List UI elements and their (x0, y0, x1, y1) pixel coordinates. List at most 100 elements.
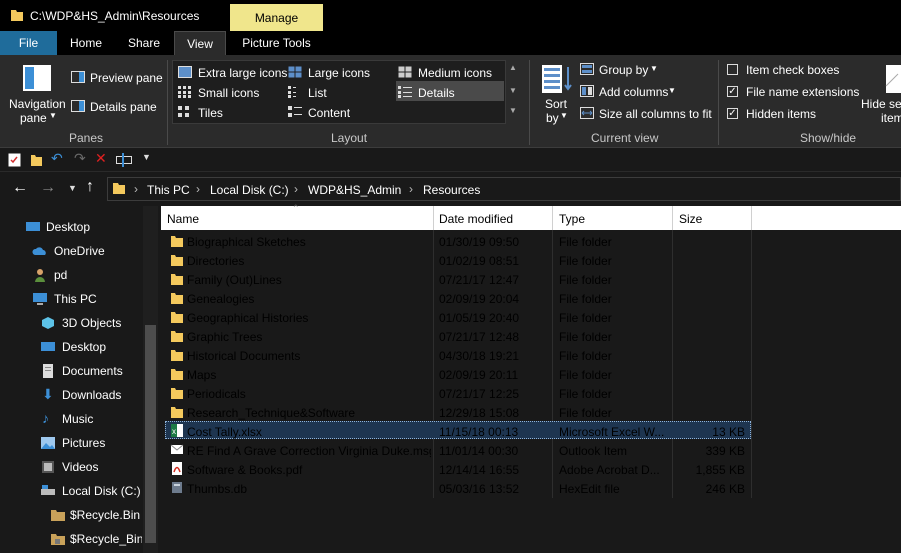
layout-details[interactable]: Details (418, 86, 455, 100)
tab-file[interactable]: File (0, 31, 57, 55)
layout-list[interactable]: List (308, 86, 327, 100)
nav-item-recycle-bin-2[interactable]: $Recycle_Bin_ (70, 532, 142, 546)
file-name-cell[interactable]: Directories (187, 254, 431, 268)
tab-home[interactable]: Home (60, 31, 112, 55)
chevron-down-icon[interactable]: ▼ (668, 86, 676, 95)
nav-item-local-disk[interactable]: Local Disk (C:) (62, 484, 141, 498)
file-name-cell[interactable]: Biographical Sketches (187, 235, 431, 249)
item-check-boxes-label[interactable]: Item check boxes (746, 63, 839, 77)
chevron-down-icon[interactable]: ▼ (49, 111, 57, 120)
hidden-items-checkbox[interactable]: ✓ (727, 108, 738, 119)
file-name-cell[interactable]: RE Find A Grave Correction Virginia Duke… (187, 444, 431, 458)
file-name-cell[interactable]: Family (Out)Lines (187, 273, 431, 287)
column-divider[interactable] (433, 206, 434, 230)
file-name-cell[interactable]: Research_Technique&Software (187, 406, 431, 420)
tab-picture-tools[interactable]: Picture Tools (230, 31, 323, 55)
add-columns-button[interactable]: Add columns (599, 85, 668, 99)
nav-item-desktop[interactable]: Desktop (46, 220, 90, 234)
nav-item-3d-objects[interactable]: 3D Objects (62, 316, 121, 330)
column-header-type[interactable]: Type (559, 212, 585, 226)
gallery-scroll-down-icon[interactable]: ▼ (509, 86, 517, 95)
new-folder-icon[interactable] (30, 153, 43, 167)
gallery-scroll-up-icon[interactable]: ▲ (509, 63, 517, 72)
hide-selected-items-icon[interactable] (884, 64, 901, 94)
navigation-pane-icon[interactable] (22, 64, 52, 92)
nav-item-desktop-2[interactable]: Desktop (62, 340, 106, 354)
rename-icon[interactable] (116, 153, 132, 167)
chevron-down-icon[interactable]: ▼ (560, 111, 568, 120)
breadcrumb-chevron-icon[interactable]: › (409, 182, 413, 196)
column-header-size[interactable]: Size (679, 212, 702, 226)
properties-icon[interactable] (8, 153, 21, 167)
back-arrow-icon[interactable]: ← (12, 179, 28, 197)
forward-arrow-icon[interactable]: → (40, 179, 56, 197)
file-name-cell[interactable]: Cost Tally.xlsx (187, 425, 431, 439)
nav-item-recycle-bin[interactable]: $Recycle.Bin (70, 508, 140, 522)
sort-by-button-line2[interactable]: by (546, 111, 559, 125)
breadcrumb-chevron-icon[interactable]: › (134, 182, 138, 196)
videos-icon (42, 461, 54, 473)
navigation-pane-button-line2[interactable]: pane (20, 111, 47, 125)
file-name-cell[interactable]: Genealogies (187, 292, 431, 306)
breadcrumb-chevron-icon[interactable]: › (196, 182, 200, 196)
file-name-extensions-checkbox[interactable]: ✓ (727, 86, 738, 97)
details-pane-button[interactable]: Details pane (90, 100, 157, 114)
nav-item-downloads[interactable]: Downloads (62, 388, 121, 402)
breadcrumb-this-pc[interactable]: This PC (147, 183, 190, 197)
column-header-date-modified[interactable]: Date modified (439, 212, 513, 226)
group-by-button[interactable]: Group by (599, 63, 648, 77)
nav-item-pictures[interactable]: Pictures (62, 436, 105, 450)
layout-medium-icons[interactable]: Medium icons (418, 66, 492, 80)
column-header-name[interactable]: Name (167, 212, 199, 226)
chevron-down-icon[interactable]: ▼ (650, 64, 658, 73)
item-check-boxes-checkbox[interactable] (727, 64, 738, 75)
hidden-items-label[interactable]: Hidden items (746, 107, 816, 121)
nav-item-documents[interactable]: Documents (62, 364, 123, 378)
sort-by-icon[interactable] (541, 64, 573, 94)
folder-icon (11, 10, 23, 21)
nav-item-pd[interactable]: pd (54, 268, 67, 282)
file-name-cell[interactable]: Software & Books.pdf (187, 463, 431, 477)
nav-scrollbar-thumb[interactable] (145, 325, 156, 543)
file-name-cell[interactable]: Historical Documents (187, 349, 431, 363)
recent-locations-chevron-icon[interactable]: ▼ (68, 183, 77, 193)
nav-item-onedrive[interactable]: OneDrive (54, 244, 105, 258)
tab-share[interactable]: Share (118, 31, 170, 55)
tab-manage[interactable]: Manage (230, 4, 323, 31)
column-divider[interactable] (751, 206, 752, 230)
sort-by-button[interactable]: Sort (545, 97, 567, 111)
navigation-pane-button[interactable]: Navigation (9, 97, 66, 111)
breadcrumb-chevron-icon[interactable]: › (294, 182, 298, 196)
file-name-cell[interactable]: Periodicals (187, 387, 431, 401)
up-arrow-icon[interactable]: ↑ (86, 178, 94, 196)
preview-pane-button[interactable]: Preview pane (90, 71, 163, 85)
gallery-expand-icon[interactable]: ▼ (509, 106, 517, 115)
layout-content[interactable]: Content (308, 106, 350, 120)
breadcrumb-wdphs-admin[interactable]: WDP&HS_Admin (308, 183, 401, 197)
nav-item-videos[interactable]: Videos (62, 460, 98, 474)
layout-tiles[interactable]: Tiles (198, 106, 223, 120)
layout-small-icons[interactable]: Small icons (198, 86, 259, 100)
hide-selected-items-button[interactable]: Hide sel (861, 97, 901, 111)
column-divider[interactable] (552, 206, 553, 230)
breadcrumb-local-disk[interactable]: Local Disk (C:) (210, 183, 289, 197)
redo-icon[interactable]: ↷ (74, 150, 86, 167)
layout-extra-large-icons[interactable]: Extra large icons (198, 66, 287, 80)
nav-item-this-pc[interactable]: This PC (54, 292, 97, 306)
file-name-cell[interactable]: Graphic Trees (187, 330, 431, 344)
nav-item-music[interactable]: Music (62, 412, 93, 426)
tab-view[interactable]: View (174, 31, 226, 55)
size-all-columns-button[interactable]: Size all columns to fit (599, 107, 712, 121)
layout-large-icons[interactable]: Large icons (308, 66, 370, 80)
customize-toolbar-icon[interactable]: ▼ (142, 152, 151, 162)
undo-icon[interactable]: ↶ (51, 150, 63, 167)
column-divider[interactable] (672, 206, 673, 230)
hide-selected-items-button-line2[interactable]: item (881, 111, 901, 125)
file-name-cell[interactable]: Geographical Histories (187, 311, 431, 325)
file-name-extensions-label[interactable]: File name extensions (746, 85, 859, 99)
file-name-cell[interactable]: Maps (187, 368, 431, 382)
extra-large-icons-icon (178, 66, 192, 78)
breadcrumb-resources[interactable]: Resources (423, 183, 480, 197)
file-name-cell[interactable]: Thumbs.db (187, 482, 431, 496)
delete-icon[interactable]: ✕ (95, 150, 107, 167)
